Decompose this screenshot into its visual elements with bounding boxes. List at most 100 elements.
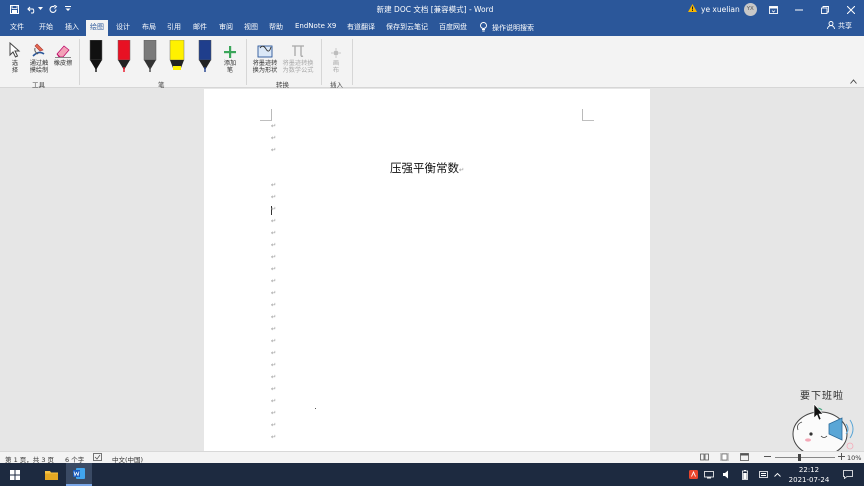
tab-design[interactable]: 设计 <box>116 22 130 32</box>
ink-to-math-button[interactable]: 将墨迹转换 为数学公式 <box>279 40 317 74</box>
pi-math-icon <box>290 40 306 58</box>
paragraph-mark: ↵ <box>271 325 277 333</box>
tab-review[interactable]: 审阅 <box>219 22 233 32</box>
undo-dropdown-icon[interactable] <box>37 3 43 15</box>
add-pen-label-1: 添加 <box>223 60 237 67</box>
yellow-highlighter-icon[interactable] <box>169 40 185 72</box>
ribbon-tabs: 文件 开始 插入 绘图 设计 布局 引用 邮件 审阅 视图 帮助 EndNote… <box>0 19 864 36</box>
ribbon-separator <box>321 39 322 85</box>
tray-app-icon[interactable] <box>686 463 700 486</box>
ink-to-shape-icon <box>257 40 273 58</box>
notification-center-icon[interactable] <box>838 463 858 486</box>
battery-icon[interactable] <box>738 463 752 486</box>
tab-references[interactable]: 引用 <box>167 22 181 32</box>
red-pen-icon[interactable] <box>116 40 132 72</box>
account-area[interactable]: ye xuelian YX <box>688 2 757 16</box>
tell-me-label: 操作说明搜索 <box>492 23 534 32</box>
select-tool-label-2: 择 <box>11 67 19 74</box>
read-mode-icon[interactable] <box>700 453 709 463</box>
clock-time: 22:12 <box>798 466 820 474</box>
paragraph-mark: ↵ <box>271 397 277 405</box>
zoom-level[interactable]: 10% <box>847 454 861 462</box>
ink-to-shape-button[interactable]: 将墨迹转 换为形状 <box>250 40 280 74</box>
proofing-icon[interactable] <box>93 453 102 463</box>
title-bar: 新建 DOC 文档 [兼容模式] - Word ye xuelian YX <box>0 0 864 19</box>
gray-pencil-icon[interactable] <box>142 40 158 72</box>
customize-quick-access-icon[interactable] <box>64 3 72 15</box>
zoom-out-icon[interactable] <box>764 453 771 462</box>
paragraph-mark: ↵ <box>271 349 277 357</box>
document-area[interactable]: ↵ ↵ ↵ 压强平衡常数↵ ↵ ↵ ↵ ↵ ↵ ↵ ↵ ↵ ↵ ↵ ↵ ↵ ↵ … <box>0 88 864 451</box>
paragraph-mark: ↵ <box>271 181 277 189</box>
network-icon[interactable] <box>702 463 716 486</box>
system-clock[interactable]: 22:12 2021-07-24 <box>786 465 832 485</box>
zoom-in-icon[interactable] <box>838 453 845 462</box>
paragraph-mark: ↵ <box>271 289 277 297</box>
user-name: ye xuelian <box>701 4 740 14</box>
eraser-icon <box>55 40 71 58</box>
select-tool-button[interactable]: 选 择 <box>6 40 24 74</box>
close-button[interactable] <box>838 0 864 19</box>
navy-pen-icon[interactable] <box>197 40 213 72</box>
drawing-canvas-label-2: 布 <box>332 67 340 74</box>
add-pen-button[interactable]: 添加 笔 <box>219 40 241 74</box>
zoom-slider-thumb[interactable] <box>798 454 801 461</box>
tell-me-search[interactable]: 操作说明搜索 <box>480 20 534 35</box>
tab-endnote[interactable]: EndNote X9 <box>295 22 336 30</box>
share-label: 共享 <box>838 22 852 30</box>
tab-help[interactable]: 帮助 <box>269 22 283 32</box>
input-method-icon[interactable] <box>756 463 770 486</box>
avatar[interactable]: YX <box>743 2 757 16</box>
warning-icon[interactable] <box>688 4 697 14</box>
paragraph-mark: ↵ <box>271 277 277 285</box>
tab-layout[interactable]: 布局 <box>142 22 156 32</box>
tab-baidu-netdisk[interactable]: 百度网盘 <box>439 22 467 32</box>
paragraph-mark: ↵ <box>271 301 277 309</box>
document-heading[interactable]: 压强平衡常数↵ <box>390 160 464 176</box>
save-icon[interactable] <box>8 3 20 15</box>
zoom-slider[interactable] <box>775 457 835 458</box>
paragraph-mark: ↵ <box>271 421 277 429</box>
eraser-button[interactable]: 橡皮擦 <box>51 40 75 67</box>
tab-mailings[interactable]: 邮件 <box>193 22 207 32</box>
tab-youdao-translate[interactable]: 有道翻译 <box>347 22 375 32</box>
paragraph-mark: ↵ <box>271 337 277 345</box>
draw-with-touch-label-2: 摸绘制 <box>29 67 49 74</box>
paragraph-mark: ↵ <box>271 217 277 225</box>
paragraph-mark: ↵ <box>271 361 277 369</box>
windows-start-icon[interactable] <box>4 463 26 486</box>
web-layout-icon[interactable] <box>740 453 749 463</box>
sticker-text: 要下班啦 <box>800 391 844 402</box>
file-explorer-icon[interactable] <box>39 463 63 486</box>
paragraph-mark: ↵ <box>271 229 277 237</box>
tab-save-to-cloud-note[interactable]: 保存到云笔记 <box>386 22 428 32</box>
speaker-icon[interactable] <box>720 463 734 486</box>
heading-text: 压强平衡常数 <box>390 161 459 175</box>
tab-draw[interactable]: 绘图 <box>86 20 108 36</box>
print-layout-icon[interactable] <box>720 453 729 463</box>
minimize-button[interactable] <box>786 0 812 19</box>
paragraph-mark: ↵ <box>271 409 277 417</box>
draw-with-touch-button[interactable]: 通过触 摸绘制 <box>26 40 52 74</box>
paragraph-mark: ↵ <box>271 134 277 142</box>
tab-view[interactable]: 视图 <box>244 22 258 32</box>
tab-insert[interactable]: 插入 <box>65 22 79 32</box>
eraser-label: 橡皮擦 <box>53 60 73 67</box>
word-taskbar-icon[interactable] <box>66 463 92 486</box>
collapse-ribbon-icon[interactable] <box>850 78 857 86</box>
tab-home[interactable]: 开始 <box>39 22 53 32</box>
restore-button[interactable] <box>812 0 838 19</box>
ink-to-shape-label-2: 换为形状 <box>252 67 278 74</box>
plus-icon <box>224 40 236 58</box>
document-page[interactable]: ↵ ↵ ↵ 压强平衡常数↵ ↵ ↵ ↵ ↵ ↵ ↵ ↵ ↵ ↵ ↵ ↵ ↵ ↵ … <box>204 89 650 451</box>
black-pen-icon[interactable] <box>88 40 104 72</box>
tab-file[interactable]: 文件 <box>10 22 24 32</box>
chevron-up-icon[interactable] <box>770 463 784 486</box>
ribbon-separator <box>352 39 353 85</box>
drawing-canvas-button[interactable]: 画 布 <box>326 40 346 74</box>
ribbon-display-options-icon[interactable] <box>760 0 786 19</box>
paragraph-mark: ↵ <box>271 313 277 321</box>
touch-draw-icon <box>30 40 48 58</box>
redo-icon[interactable] <box>47 3 59 15</box>
share-button[interactable]: 共享 <box>827 21 852 31</box>
